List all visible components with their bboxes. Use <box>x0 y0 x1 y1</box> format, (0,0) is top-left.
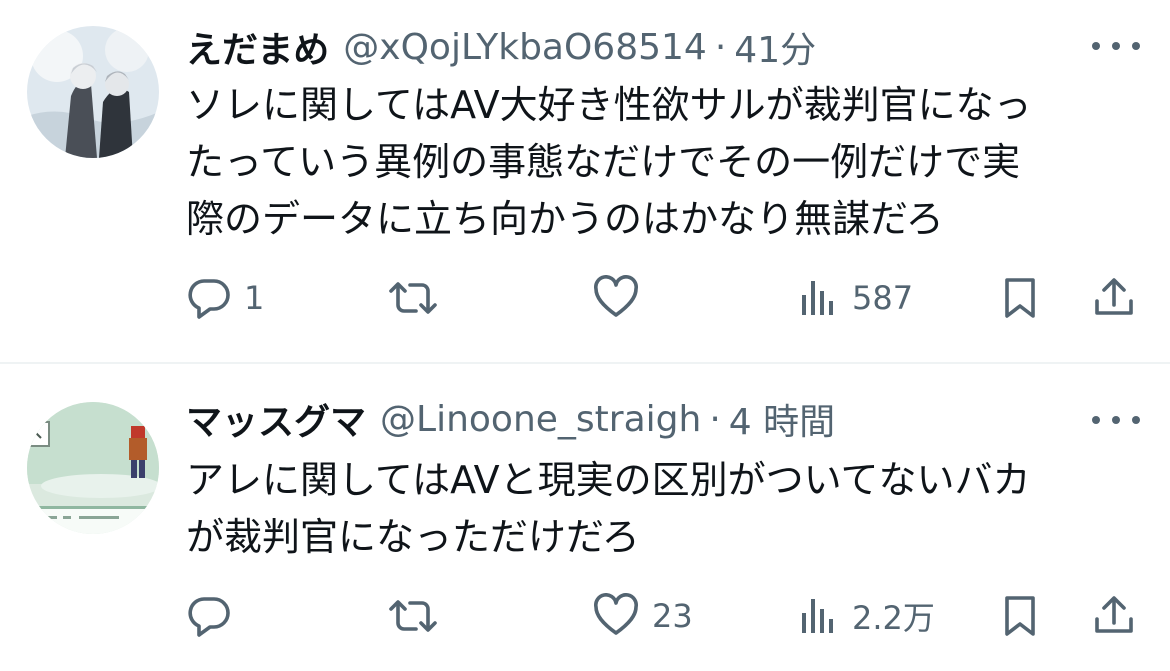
share-icon <box>1095 596 1133 633</box>
more-options-icon[interactable] <box>1092 410 1140 430</box>
tweet-text-line: 際のデータに立ち向かうのはかなり無謀だろ <box>186 197 944 241</box>
timestamp[interactable]: 4 時間 <box>729 393 835 445</box>
dot <box>1112 416 1120 424</box>
action-bar: 1 587 <box>0 268 1170 328</box>
bookmark-icon <box>1005 596 1035 636</box>
avatar[interactable] <box>27 26 159 158</box>
bookmark-button[interactable] <box>998 586 1042 646</box>
views-button[interactable]: 587 <box>796 268 913 328</box>
share-icon <box>1095 278 1133 315</box>
dot <box>1132 42 1140 50</box>
tweet-header: えだまめ @xQojLYkbaO68514 · 41分 <box>186 22 816 72</box>
views-icon <box>802 599 833 633</box>
dot <box>1092 416 1100 424</box>
reply-icon <box>188 597 230 637</box>
retweet-icon <box>389 600 437 632</box>
bookmark-button[interactable] <box>998 268 1042 328</box>
tweet-header: マッスグマ @Linoone_straigh · 4 時間 <box>186 394 835 444</box>
share-button[interactable] <box>1092 268 1136 328</box>
reply-count: 1 <box>244 279 265 317</box>
like-count: 23 <box>652 597 693 635</box>
heart-icon <box>594 593 638 635</box>
tweet-text-line: が裁判官になっただけだろ <box>186 515 640 559</box>
view-count: 587 <box>852 279 914 317</box>
retweet-button[interactable] <box>386 586 452 646</box>
tweet-text: アレに関してはAVと現実の区別がついてないバカ が裁判官になっただけだろ <box>186 452 1146 566</box>
view-count: 2.2万 <box>852 599 935 637</box>
heart-icon <box>594 275 638 317</box>
views-icon <box>802 281 833 315</box>
tweet[interactable]: えだまめ @xQojLYkbaO68514 · 41分 ソレに関してはAV大好き… <box>0 0 1170 364</box>
tweet[interactable]: マッスグマ @Linoone_straigh · 4 時間 アレに関してはAVと… <box>0 364 1170 671</box>
display-name[interactable]: えだまめ <box>186 21 329 73</box>
tweet-text: ソレに関してはAV大好き性欲サルが裁判官になっ たっていう異例の事態なだけでその… <box>186 77 1146 248</box>
reply-icon <box>188 279 230 319</box>
share-button[interactable] <box>1092 586 1136 646</box>
separator-dot: · <box>714 26 727 68</box>
dot <box>1112 42 1120 50</box>
separator-dot: · <box>709 398 721 440</box>
handle[interactable]: @xQojLYkbaO68514 <box>343 27 707 68</box>
dot <box>1092 42 1100 50</box>
bookmark-icon <box>1005 278 1035 318</box>
reply-button[interactable]: 1 <box>186 268 264 328</box>
tweet-text-line: ソレに関してはAV大好き性欲サルが裁判官になっ <box>186 83 1032 127</box>
avatar[interactable] <box>27 402 159 534</box>
retweet-button[interactable] <box>386 268 452 328</box>
dot <box>1132 416 1140 424</box>
action-bar: 23 2.2万 <box>0 586 1170 646</box>
tweet-text-line: アレに関してはAVと現実の区別がついてないバカ <box>186 458 1031 502</box>
more-options-icon[interactable] <box>1092 36 1140 56</box>
handle[interactable]: @Linoone_straigh <box>380 399 701 440</box>
reply-button[interactable] <box>186 586 244 646</box>
like-button[interactable] <box>592 268 652 328</box>
display-name[interactable]: マッスグマ <box>186 393 366 445</box>
tweet-text-line: たっていう異例の事態なだけでその一例だけで実 <box>186 140 1021 184</box>
retweet-icon <box>389 282 437 314</box>
like-button[interactable]: 23 <box>592 586 693 646</box>
views-button[interactable]: 2.2万 <box>796 586 935 646</box>
timestamp[interactable]: 41分 <box>734 21 816 73</box>
timeline: えだまめ @xQojLYkbaO68514 · 41分 ソレに関してはAV大好き… <box>0 0 1170 671</box>
